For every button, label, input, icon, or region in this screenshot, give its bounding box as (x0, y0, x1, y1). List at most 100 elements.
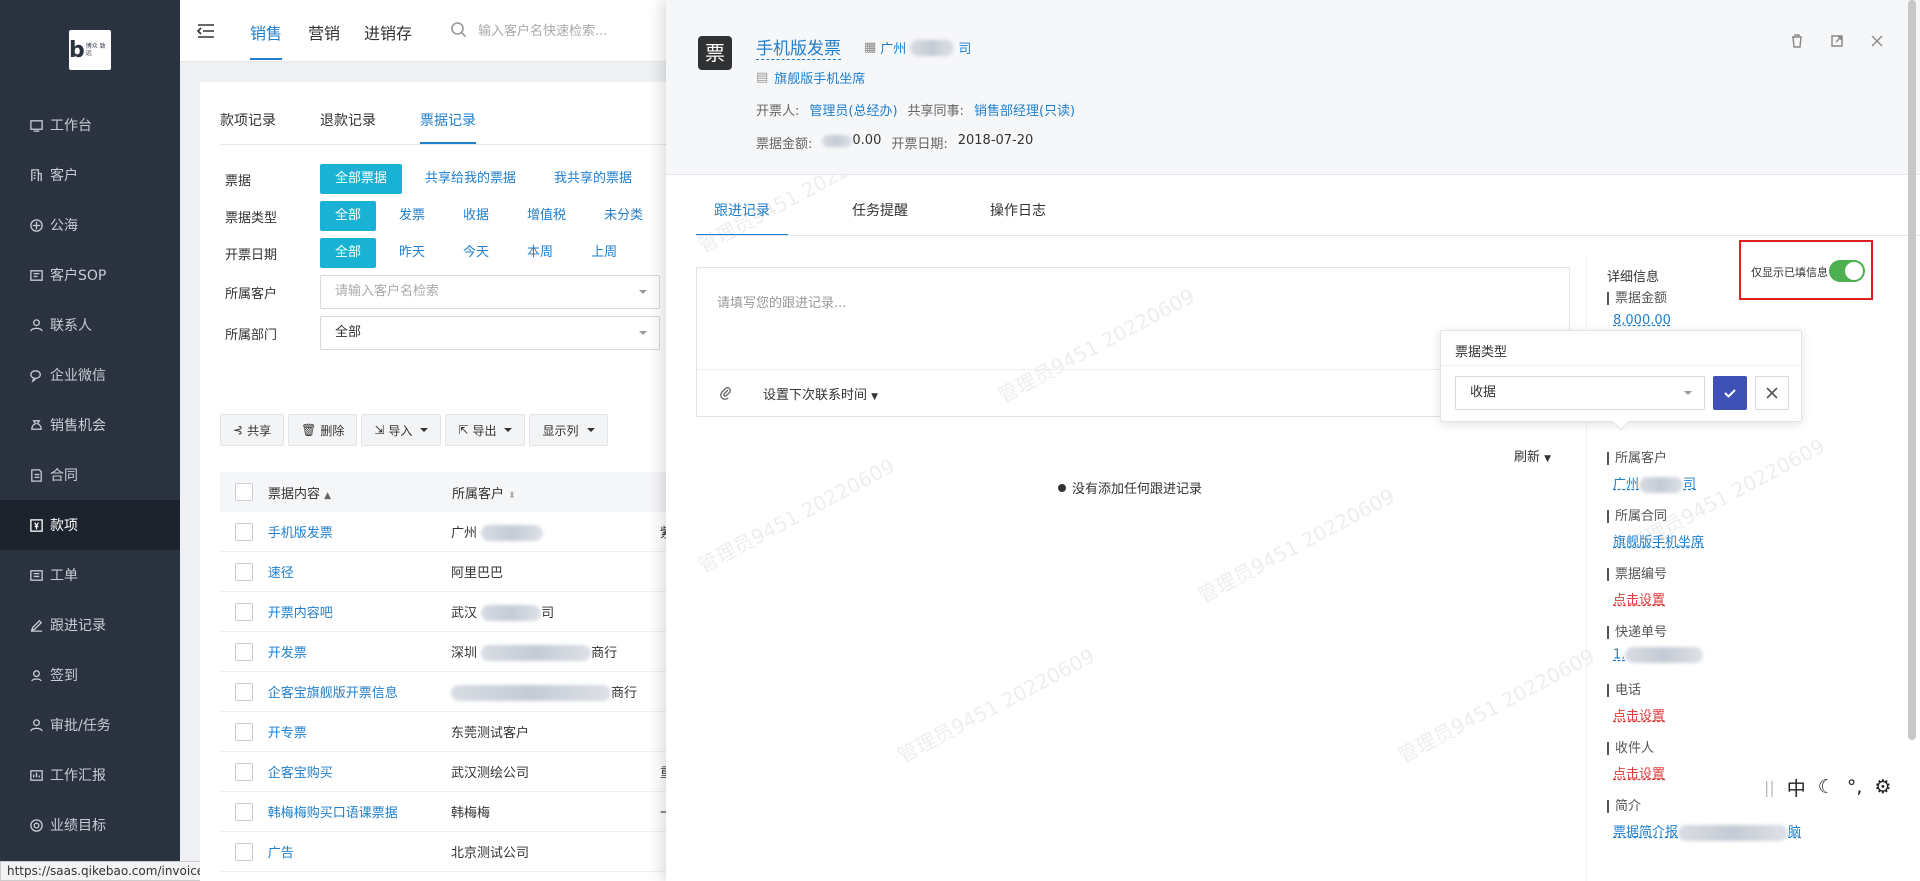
chip-date-today[interactable]: 今天 (448, 238, 504, 268)
chip-date-last-week[interactable]: 上周 (576, 238, 632, 268)
field-value[interactable]: 旗舰版手机坐席 (1607, 531, 1704, 550)
field-value[interactable]: 8,000.00 (1607, 313, 1671, 328)
followup-textarea[interactable]: 请填写您的跟进记录... (717, 292, 846, 311)
chip-all-receipts[interactable]: 全部票据 (320, 164, 403, 194)
row-checkbox[interactable] (234, 562, 253, 581)
attachment-icon[interactable] (719, 386, 733, 400)
field-value[interactable]: 点击设置 (1607, 763, 1665, 782)
chip-type-invoice[interactable]: 发票 (384, 201, 440, 231)
gear-icon[interactable]: ⚙ (1874, 776, 1891, 798)
field-value[interactable]: 点击设置 (1607, 705, 1665, 724)
sidebar-item-contract[interactable]: 合同 (0, 450, 180, 500)
select-all-checkbox[interactable] (235, 483, 253, 501)
table-row[interactable]: 手机版发票广州 紫 (220, 512, 673, 552)
field-value[interactable]: 广州 司 (1607, 473, 1696, 493)
next-contact-dropdown[interactable]: 设置下次联系时间 ▼ (763, 384, 878, 403)
sidebar-item-contact[interactable]: 联系人 (0, 300, 180, 350)
tab-followup[interactable]: 跟进记录 (696, 200, 788, 236)
sidebar-item-wechat[interactable]: 企业微信 (0, 350, 180, 400)
sidebar-item-sop[interactable]: 客户SOP (0, 250, 180, 300)
table-row[interactable]: 开票内容吧 武汉 司 (220, 592, 670, 632)
ime-punctuation-toggle[interactable]: °, (1847, 776, 1863, 798)
row-content-link[interactable]: 开专票 (268, 722, 451, 741)
chip-type-vat[interactable]: 增值税 (512, 201, 581, 231)
import-button[interactable]: ⇲ 导入 (361, 414, 442, 446)
scrollbar[interactable] (1908, 0, 1916, 740)
issuer-value[interactable]: 管理员(总经办) (809, 100, 897, 119)
row-checkbox[interactable] (234, 842, 253, 861)
app-logo[interactable]: b 博众 致远 (69, 30, 111, 70)
global-search[interactable]: 输入客户名快速检索... (450, 20, 607, 39)
table-row[interactable]: 韩梅梅购买口语课票据韩梅梅一 (220, 792, 673, 832)
tab-sales[interactable]: 销售 (250, 20, 283, 60)
table-row[interactable]: 广告 北京测试公司 (220, 832, 670, 872)
sidebar-item-approval[interactable]: 审批/任务 (0, 700, 180, 750)
share-button[interactable]: ⊰ 共享 (220, 414, 285, 446)
sidebar-item-ticket[interactable]: 工单 (0, 550, 180, 600)
chip-date-all[interactable]: 全部 (320, 238, 377, 268)
export-button[interactable]: ⇱ 导出 (445, 414, 526, 446)
sidebar-item-target[interactable]: 业绩目标 (0, 800, 180, 850)
tab-task-reminder[interactable]: 任务提醒 (834, 200, 926, 236)
ime-handle[interactable]: || (1764, 778, 1775, 797)
tab-inventory[interactable]: 进销存 (364, 20, 412, 44)
tab-operation-log[interactable]: 操作日志 (972, 200, 1064, 236)
table-row[interactable]: 开发票 深圳 商行 (220, 632, 670, 672)
department-select[interactable]: 全部 (320, 316, 660, 350)
invoice-type-select[interactable]: 收据 (1455, 376, 1705, 410)
customer-select[interactable]: 请输入客户名检索 (320, 275, 660, 309)
sidebar-item-building[interactable]: 客户 (0, 150, 180, 200)
filled-only-toggle[interactable] (1829, 260, 1865, 282)
row-content-link[interactable]: 企客宝购买 (268, 762, 451, 781)
company-link[interactable]: ▦ 广州 司 (864, 38, 971, 57)
tab-marketing[interactable]: 营销 (308, 20, 340, 44)
shared-value[interactable]: 销售部经理(只读) (974, 100, 1075, 119)
sidebar-item-dashboard[interactable]: 工作台 (0, 100, 180, 150)
row-content-link[interactable]: 开发票 (268, 642, 451, 661)
table-row[interactable]: 企客宝旗舰版开票信息 商行 (220, 672, 670, 712)
field-value[interactable]: 点击设置 (1607, 589, 1667, 608)
tab-invoice-records[interactable]: 票据记录 (420, 110, 476, 144)
chip-shared-to-me[interactable]: 共享给我的票据 (410, 164, 531, 194)
row-content-link[interactable]: 速径 (268, 562, 451, 581)
row-checkbox[interactable] (234, 802, 253, 821)
row-checkbox[interactable] (234, 762, 253, 781)
invoice-title[interactable]: 手机版发票 (756, 34, 841, 60)
trash-icon[interactable] (1790, 34, 1804, 48)
menu-collapse-icon[interactable] (196, 22, 216, 40)
chip-type-uncategorized[interactable]: 未分类 (589, 201, 658, 231)
followup-composer[interactable]: 请填写您的跟进记录... 设置下次联系时间 ▼ (696, 267, 1571, 417)
row-checkbox[interactable] (234, 642, 253, 661)
field-value[interactable]: 票据简介报 脑 (1607, 821, 1801, 841)
col-content-header[interactable]: 票据内容 ▲ (268, 483, 452, 502)
tab-refund-records[interactable]: 退款记录 (320, 110, 376, 144)
col-customer-header[interactable]: 所属客户 ⬍ (452, 483, 662, 502)
table-row[interactable]: 开专票 东莞测试客户 (220, 712, 670, 752)
ime-language-toggle[interactable]: 中 (1787, 774, 1806, 801)
row-checkbox[interactable] (234, 722, 253, 741)
contract-link[interactable]: ▤ 旗舰版手机坐席 (756, 68, 865, 87)
columns-button[interactable]: 显示列 (529, 414, 608, 446)
row-checkbox[interactable] (234, 602, 253, 621)
sidebar-item-edit[interactable]: 跟进记录 (0, 600, 180, 650)
chip-date-this-week[interactable]: 本周 (512, 238, 568, 268)
sidebar-item-pool[interactable]: 公海 (0, 200, 180, 250)
row-content-link[interactable]: 企客宝旗舰版开票信息 (268, 682, 451, 701)
table-row[interactable]: 速径 阿里巴巴 (220, 552, 670, 592)
row-content-link[interactable]: 广告 (268, 842, 451, 861)
chip-shared-by-me[interactable]: 我共享的票据 (539, 164, 647, 194)
chip-date-yesterday[interactable]: 昨天 (384, 238, 440, 268)
table-row[interactable]: 企客宝购买武汉测绘公司重 (220, 752, 673, 792)
row-checkbox[interactable] (234, 522, 253, 541)
confirm-button[interactable] (1713, 376, 1747, 410)
row-content-link[interactable]: 手机版发票 (268, 522, 451, 541)
sidebar-item-payment[interactable]: 款项 (0, 500, 180, 550)
sidebar-item-money-bag[interactable]: 销售机会 (0, 400, 180, 450)
field-value[interactable]: 1. (1607, 647, 1704, 663)
row-checkbox[interactable] (234, 682, 253, 701)
cancel-button[interactable] (1755, 376, 1789, 410)
open-new-window-icon[interactable] (1830, 34, 1844, 48)
refresh-dropdown[interactable]: 刷新 ▼ (1514, 446, 1551, 465)
close-icon[interactable] (1870, 34, 1884, 48)
row-content-link[interactable]: 开票内容吧 (268, 602, 451, 621)
